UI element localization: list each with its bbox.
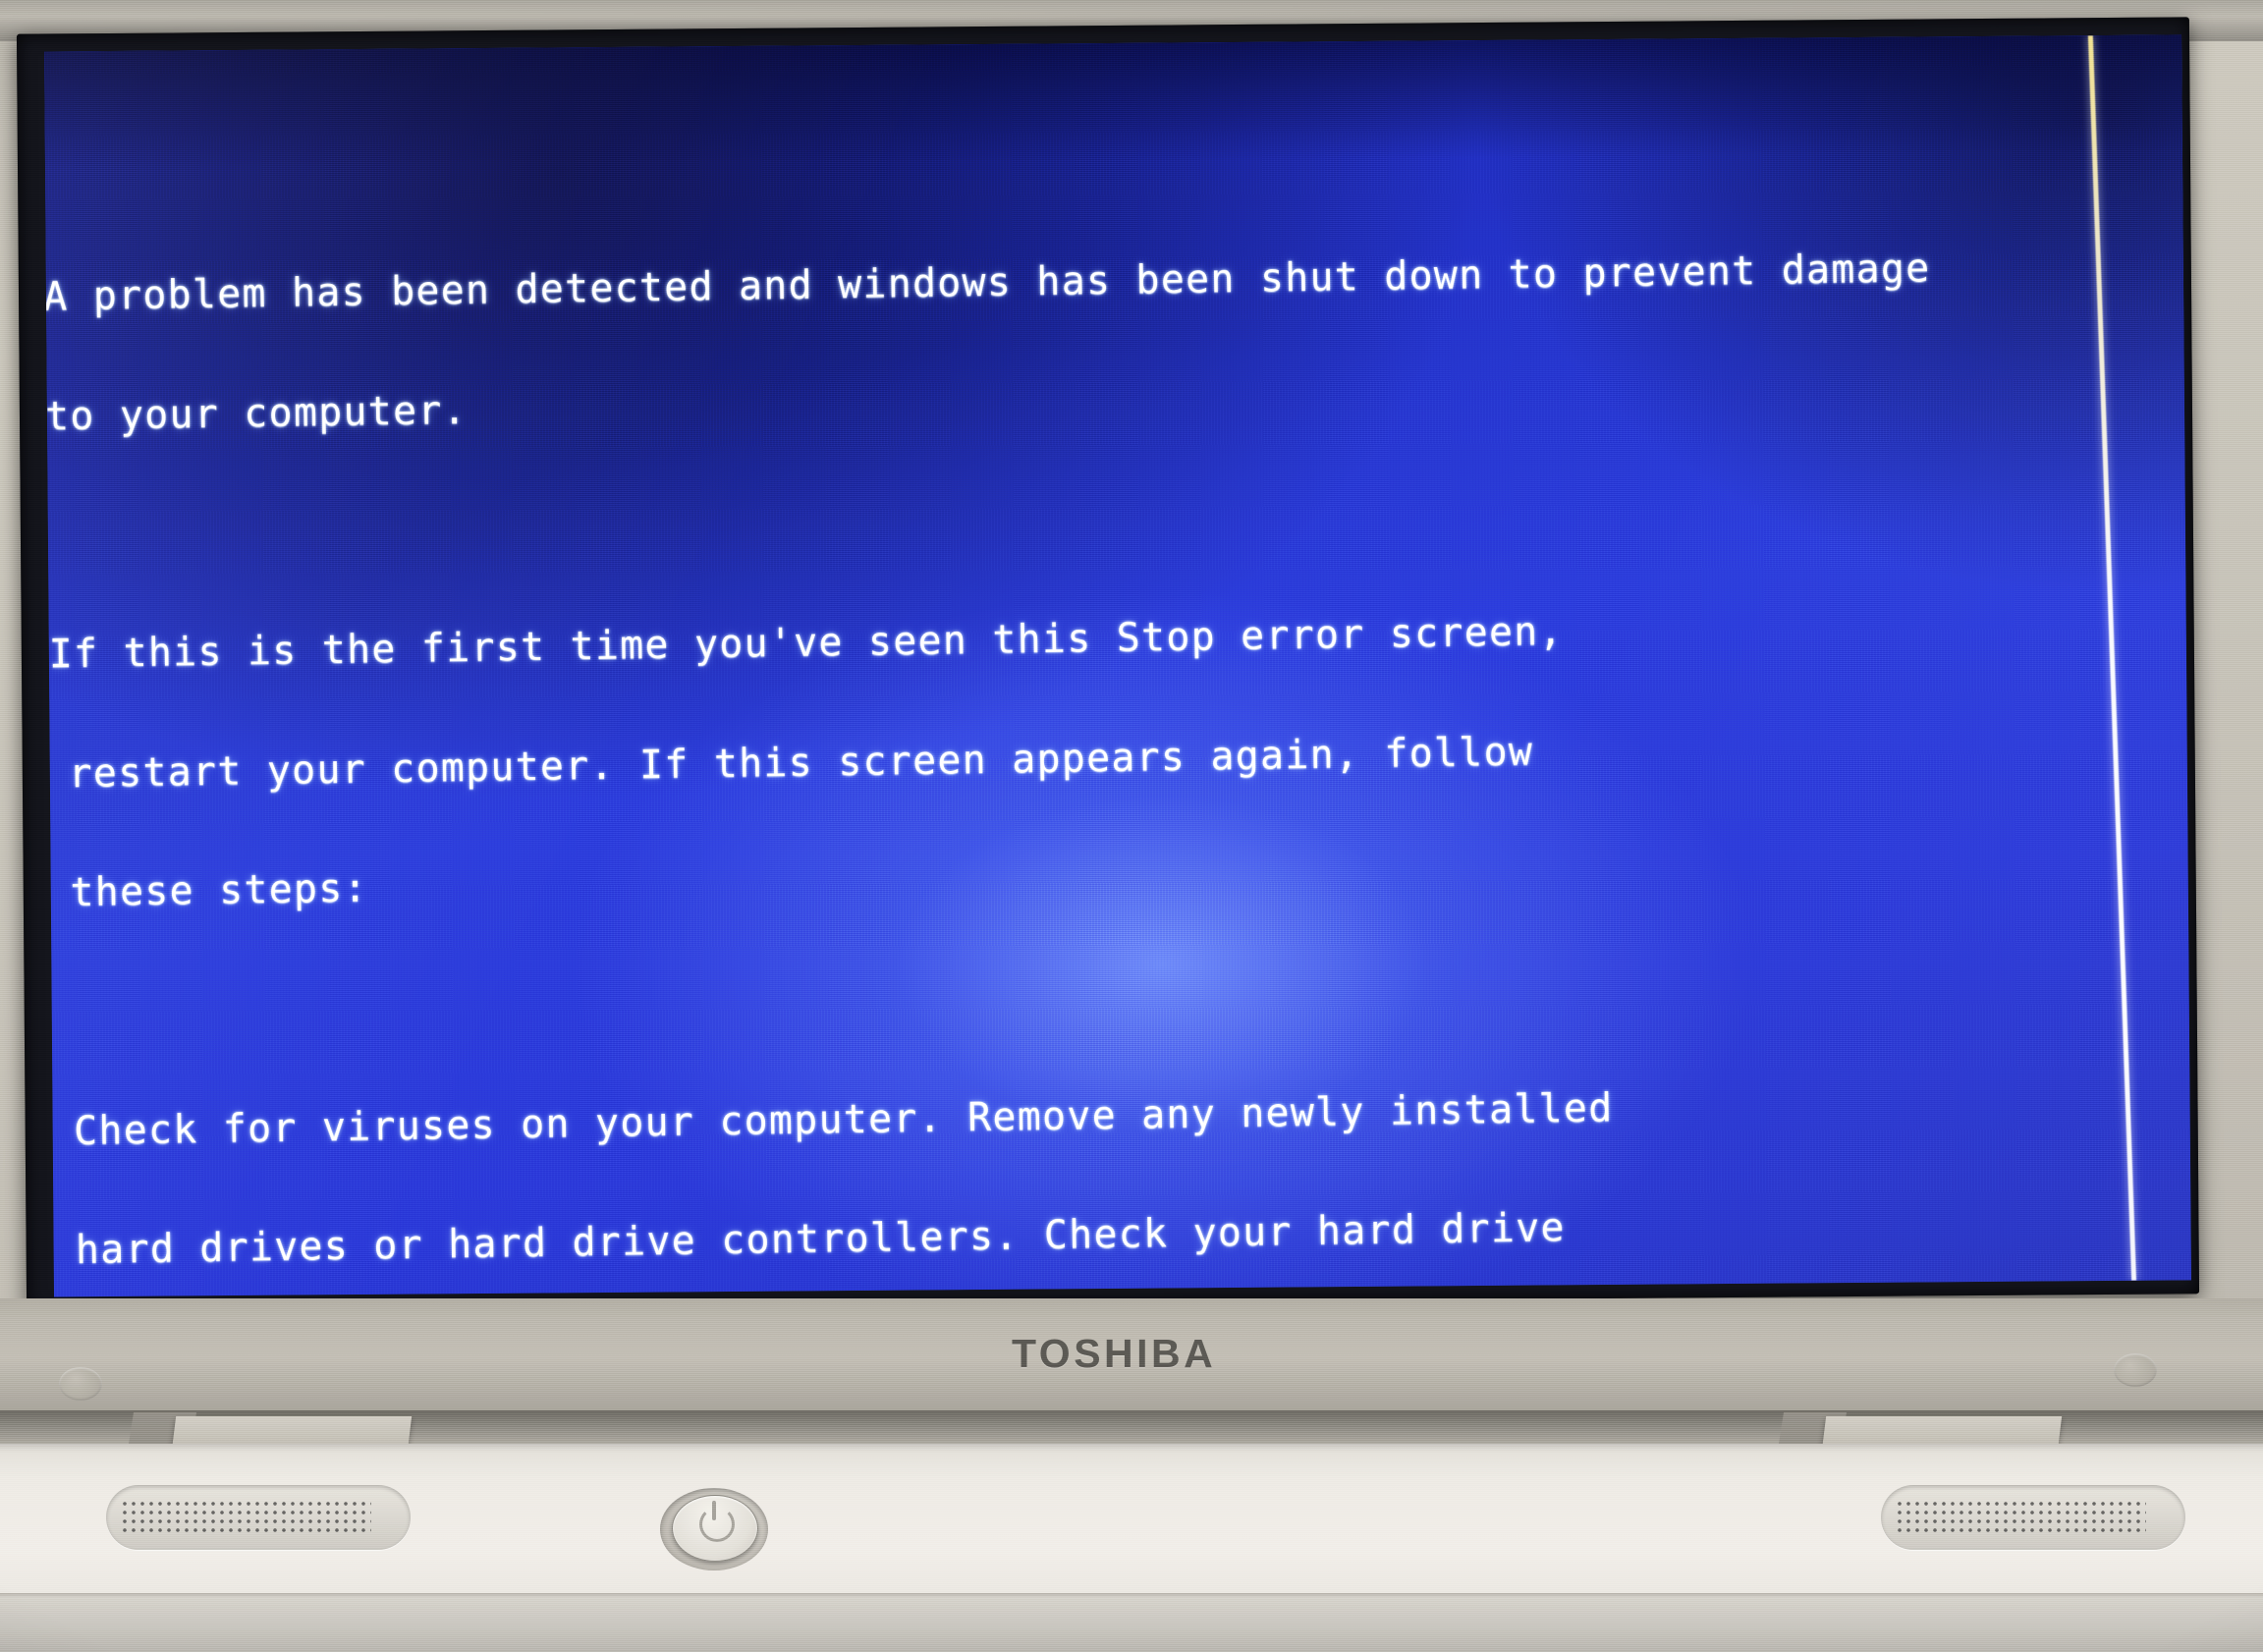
- bsod-text: A problem has been detected and windows …: [44, 34, 2191, 1296]
- speaker-mesh-left: [122, 1501, 371, 1534]
- screen-bezel: A problem has been detected and windows …: [16, 17, 2200, 1311]
- screen-bumper-left: [59, 1367, 102, 1401]
- screen-bumper-right: [2114, 1353, 2157, 1387]
- speaker-mesh-right: [1897, 1501, 2146, 1534]
- bsod-line: to your computer.: [44, 387, 469, 439]
- bsod-line: these steps:: [70, 865, 369, 916]
- lcd-panel: A problem has been detected and windows …: [44, 34, 2191, 1297]
- bsod-line: restart your computer. If this screen ap…: [68, 729, 1534, 797]
- bsod-line: A problem has been detected and windows …: [44, 246, 1931, 320]
- laptop-photo: A problem has been detected and windows …: [0, 0, 2263, 1652]
- toshiba-brand-logo: TOSHIBA: [1012, 1331, 1217, 1376]
- power-icon: [699, 1507, 735, 1542]
- bsod-line: Check for viruses on your computer. Remo…: [73, 1084, 1614, 1154]
- bsod-line: hard drives or hard drive controllers. C…: [75, 1205, 1567, 1274]
- power-icon-bar: [712, 1501, 716, 1520]
- base-front-lip: [0, 1598, 2263, 1652]
- speaker-grille-right: [1881, 1485, 2185, 1550]
- speaker-grille-left: [106, 1485, 411, 1550]
- bsod-line: If this is the first time you've seen th…: [48, 609, 1565, 678]
